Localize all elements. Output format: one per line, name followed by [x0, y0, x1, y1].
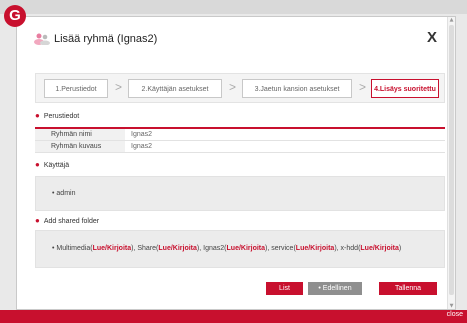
- shared-folder-box: • Multimedia(Lue/Kirjoita), Share(Lue/Ki…: [35, 230, 445, 268]
- list-button[interactable]: List: [266, 282, 303, 295]
- folder-permission: Lue/Kirjoita: [360, 245, 399, 252]
- dialog-title-text: Lisää ryhmä (Ignas2): [54, 33, 158, 45]
- folder-name: x-hdd: [340, 245, 359, 252]
- scrollbar-thumb[interactable]: [449, 25, 454, 295]
- wizard-steps: 1.Perustiedot > 2.Käyttäjän asetukset > …: [35, 73, 445, 103]
- previous-button[interactable]: • Edellinen: [308, 282, 362, 295]
- section-user: ● Käyttäjä: [35, 160, 70, 169]
- footer-close[interactable]: close: [447, 311, 463, 318]
- background-header-bar: [0, 0, 467, 14]
- chevron-right-icon: >: [115, 80, 123, 94]
- folder-permission: Lue/Kirjoita: [92, 245, 132, 252]
- bullet-icon: ●: [35, 111, 40, 120]
- basic-info-table: Ryhmän nimi Ignas2 Ryhmän kuvaus Ignas2: [35, 127, 445, 153]
- save-button[interactable]: Tallenna: [379, 282, 437, 295]
- folder-permission: Lue/Kirjoita: [295, 245, 335, 252]
- bullet: •: [52, 245, 55, 252]
- table-row: Ryhmän kuvaus Ignas2: [35, 141, 445, 153]
- section-shared-folder: ● Add shared folder: [35, 216, 100, 225]
- bullet-icon: ●: [35, 160, 40, 169]
- scroll-up-icon[interactable]: ▲: [448, 17, 455, 23]
- step-badge: G: [4, 5, 26, 27]
- folder-name: Ignas2: [203, 245, 225, 252]
- step-3: 3.Jaetun kansion asetukset: [242, 79, 352, 98]
- background-footer-bar: close: [0, 310, 467, 323]
- chevron-right-icon: >: [359, 80, 367, 94]
- close-button[interactable]: X: [427, 29, 437, 46]
- dialog-scrollbar[interactable]: ▲ ▼: [447, 17, 455, 309]
- folder-permission: Lue/Kirjoita: [158, 245, 197, 252]
- group-desc-value: Ignas2: [131, 143, 153, 150]
- folder-name: Share: [137, 245, 157, 252]
- folder-name: Multimedia: [56, 245, 91, 252]
- step-1: 1.Perustiedot: [44, 79, 108, 98]
- chevron-right-icon: >: [229, 80, 237, 94]
- scroll-down-icon[interactable]: ▼: [448, 303, 455, 309]
- folder-name: service: [271, 245, 294, 252]
- dialog-title: Lisää ryhmä (Ignas2): [33, 33, 158, 46]
- step-4-active: 4.Lisäys suoritettu: [371, 79, 439, 98]
- group-desc-label: Ryhmän kuvaus: [35, 141, 125, 152]
- folder-permission: Lue/Kirjoita: [226, 245, 266, 252]
- user-name: admin: [56, 190, 76, 197]
- user-box: • admin: [35, 176, 445, 211]
- bullet: •: [52, 190, 55, 197]
- bullet-icon: ●: [35, 216, 40, 225]
- table-row: Ryhmän nimi Ignas2: [35, 129, 445, 141]
- section-basic-info: ● Perustiedot: [35, 111, 80, 120]
- group-icon: [33, 33, 51, 46]
- add-group-dialog: Lisää ryhmä (Ignas2) X 1.Perustiedot > 2…: [16, 16, 456, 310]
- group-name-value: Ignas2: [131, 131, 153, 138]
- step-2: 2.Käyttäjän asetukset: [128, 79, 222, 98]
- group-name-label: Ryhmän nimi: [35, 129, 125, 140]
